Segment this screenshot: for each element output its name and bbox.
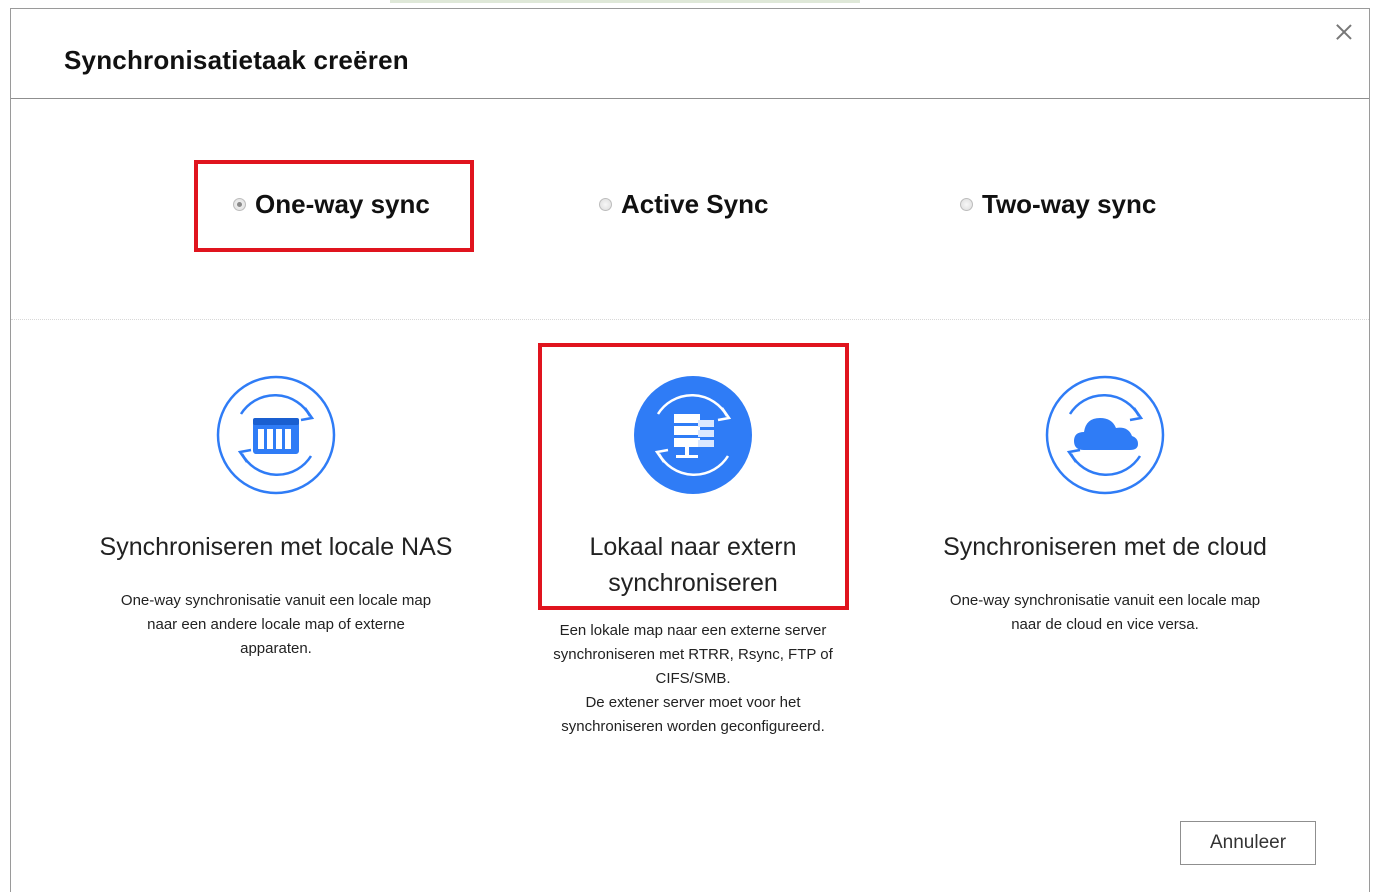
radio-one-way-sync[interactable]: One-way sync	[233, 189, 430, 220]
option-description: apparaten.	[240, 640, 312, 657]
option-cloud[interactable]: Synchroniseren met de cloud One-way sync…	[900, 369, 1310, 669]
option-description: Een lokale map naar een externe server	[559, 622, 827, 639]
option-title: Lokaal naar extern	[589, 533, 797, 561]
background-strip	[390, 0, 860, 3]
option-description: One-way synchronisatie vanuit een locale…	[120, 592, 432, 609]
nas-sync-icon	[216, 375, 336, 495]
dialog-header: Synchronisatietaak creëren	[11, 9, 1369, 99]
option-description: naar een andere locale map of externe	[147, 616, 405, 633]
option-description: De extener server moet voor het	[585, 694, 801, 711]
create-sync-task-dialog: Synchronisatietaak creëren One-way sync …	[10, 8, 1370, 892]
option-title: Synchroniseren met locale NAS	[99, 533, 453, 561]
radio-label-one-way: One-way sync	[255, 189, 430, 219]
radio-active-sync[interactable]: Active Sync	[599, 189, 768, 220]
option-title: synchroniseren	[608, 569, 778, 597]
radio-label-two-way: Two-way sync	[982, 189, 1157, 219]
radio-button[interactable]	[960, 198, 973, 211]
cloud-sync-icon	[1045, 375, 1165, 495]
option-local-nas[interactable]: Synchroniseren met locale NAS One-way sy…	[71, 369, 481, 669]
cancel-button[interactable]: Annuleer	[1180, 821, 1316, 865]
dialog-title: Synchronisatietaak creëren	[64, 45, 409, 75]
section-divider	[11, 319, 1369, 320]
radio-label-active: Active Sync	[621, 189, 769, 219]
close-icon[interactable]	[1331, 19, 1357, 45]
option-description: CIFS/SMB.	[655, 670, 731, 687]
radio-button-checked[interactable]	[233, 198, 246, 211]
option-description: synchroniseren met RTRR, Rsync, FTP of	[553, 646, 833, 663]
option-description: One-way synchronisatie vanuit een locale…	[949, 592, 1261, 609]
option-local-to-remote[interactable]: Lokaal naar extern synchroniseren Een lo…	[488, 369, 898, 749]
radio-button[interactable]	[599, 198, 612, 211]
option-title: Synchroniseren met de cloud	[943, 533, 1267, 561]
remote-server-sync-icon	[634, 376, 752, 494]
option-description: naar de cloud en vice versa.	[1011, 616, 1199, 633]
option-description: synchroniseren worden geconfigureerd.	[561, 718, 825, 735]
radio-two-way-sync[interactable]: Two-way sync	[960, 189, 1156, 220]
